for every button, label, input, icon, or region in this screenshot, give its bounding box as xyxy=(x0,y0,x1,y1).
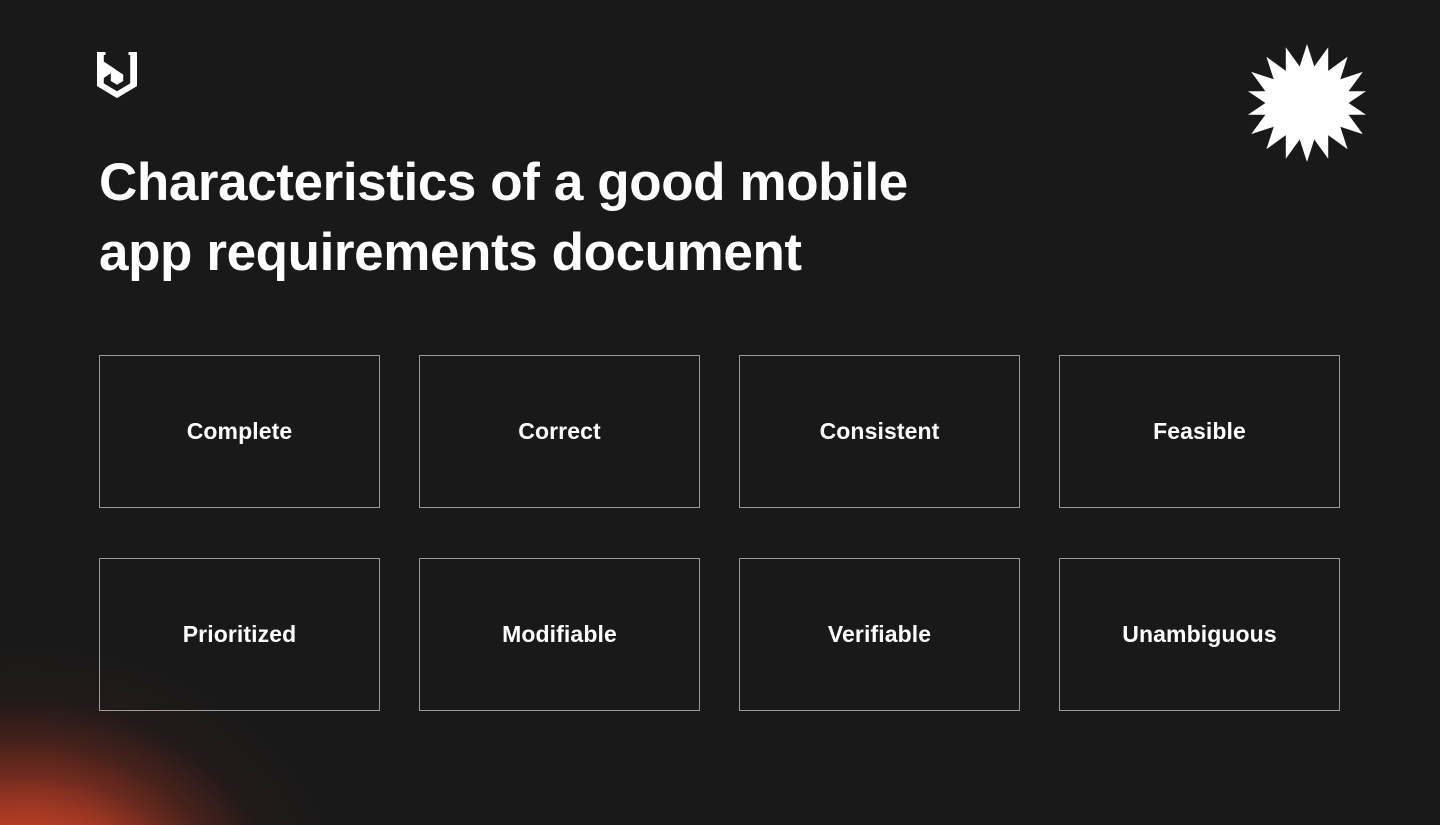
characteristic-card: Modifiable xyxy=(419,558,700,711)
characteristic-label: Modifiable xyxy=(502,620,617,647)
characteristic-label: Unambiguous xyxy=(1122,620,1277,647)
slide-canvas: Characteristics of a good mobile app req… xyxy=(0,0,1440,825)
page-title-line-2: app requirements document xyxy=(99,223,802,282)
characteristic-label: Correct xyxy=(518,417,601,444)
characteristic-label: Verifiable xyxy=(827,620,932,647)
shield-monogram-icon xyxy=(97,52,137,98)
starburst-icon xyxy=(1248,44,1366,162)
page-title: Characteristics of a good mobile app req… xyxy=(99,148,1079,288)
characteristic-card: Complete xyxy=(99,355,380,508)
characteristic-card: Feasible xyxy=(1059,355,1340,508)
characteristic-card: Consistent xyxy=(739,355,1020,508)
page-title-line-1: Characteristics of a good mobile xyxy=(99,153,908,212)
characteristic-label: Prioritized xyxy=(182,620,297,647)
characteristic-card: Prioritized xyxy=(99,558,380,711)
characteristic-card: Correct xyxy=(419,355,700,508)
characteristic-card: Verifiable xyxy=(739,558,1020,711)
characteristic-label: Feasible xyxy=(1153,417,1246,444)
characteristic-label: Complete xyxy=(186,417,293,444)
characteristics-grid: Complete Correct Consistent Feasible Pri… xyxy=(99,355,1340,711)
characteristic-card: Unambiguous xyxy=(1059,558,1340,711)
characteristic-label: Consistent xyxy=(819,417,940,444)
